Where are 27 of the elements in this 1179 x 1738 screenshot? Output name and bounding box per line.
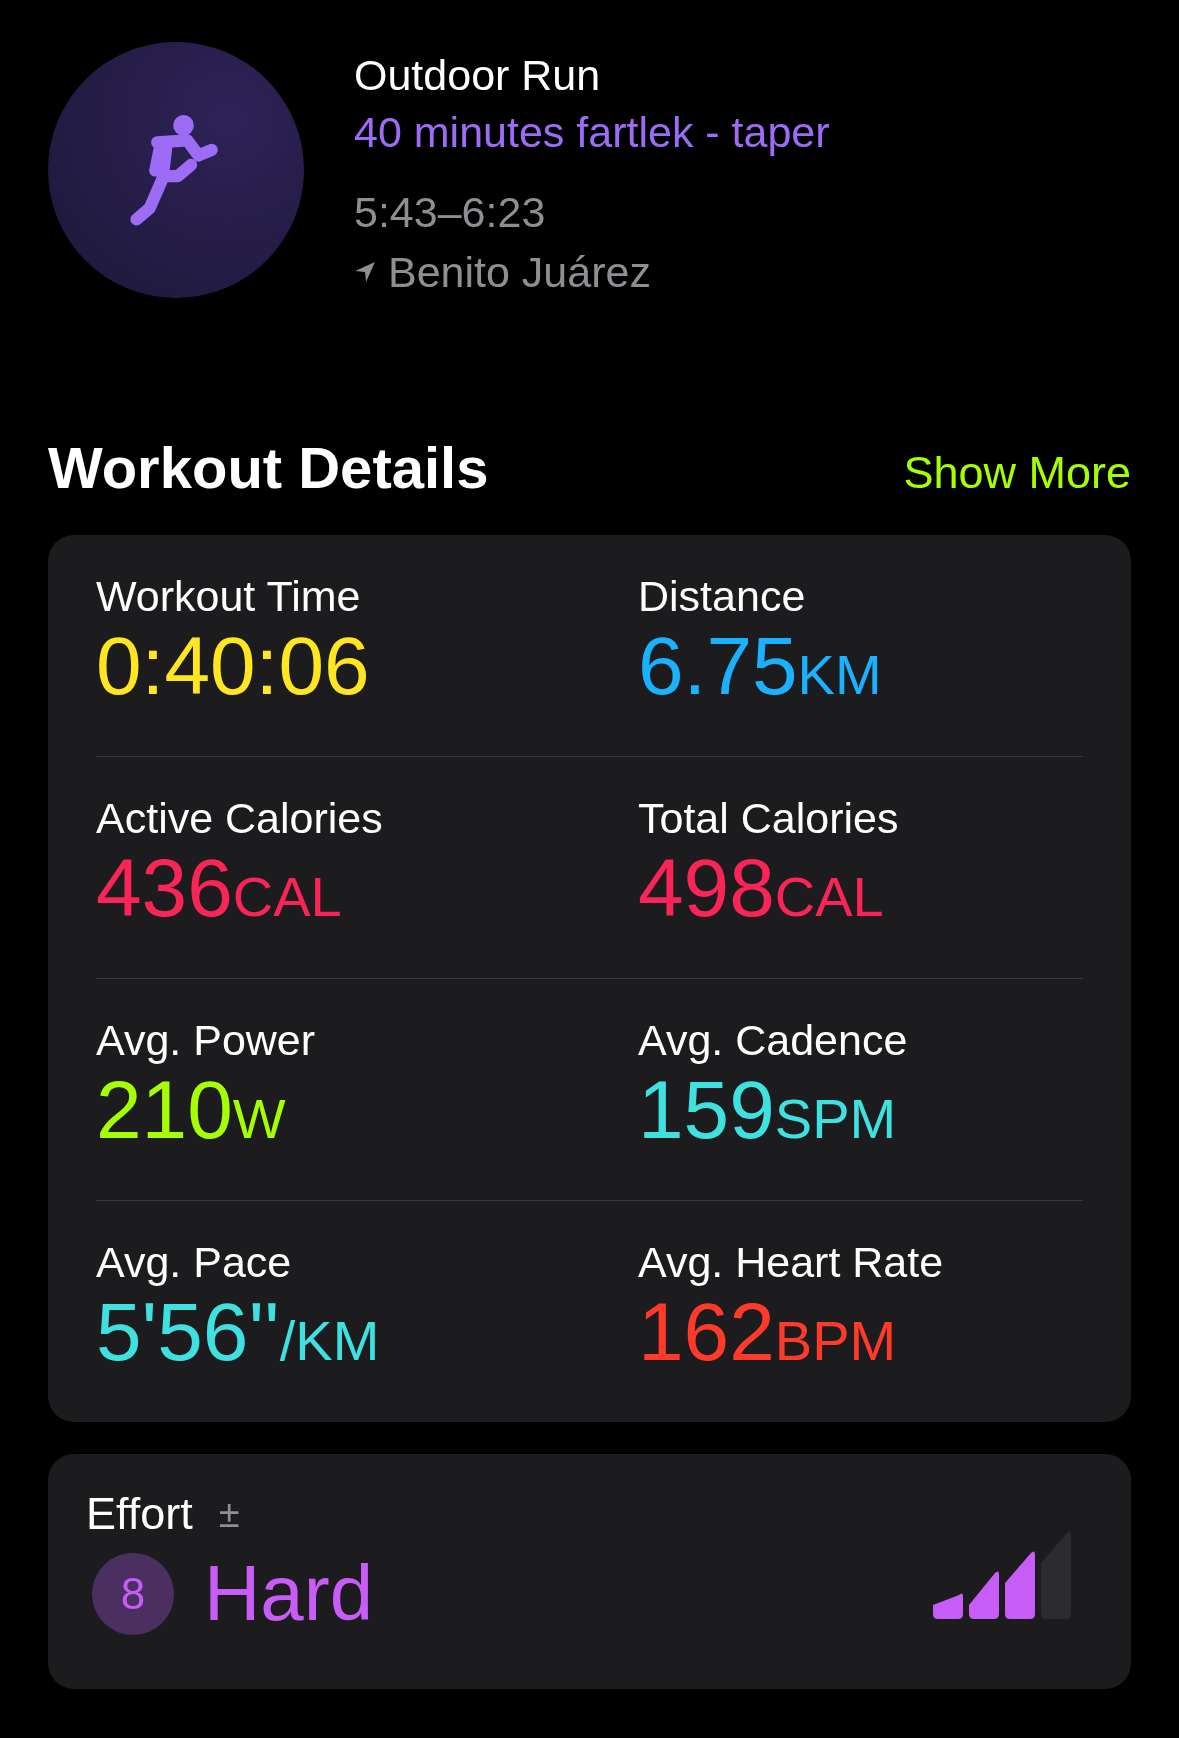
workout-location: Benito Juárez (388, 247, 651, 298)
metric-value: 159SPM (638, 1067, 898, 1157)
effort-score: 8 (92, 1552, 174, 1635)
metric-label: Active Calories (96, 793, 384, 844)
workout-name: 40 minutes fartlek - taper (354, 107, 830, 158)
effort-rating: Hard (204, 1548, 374, 1639)
metric-label: Workout Time (96, 571, 362, 622)
metric-value: 0:40:06 (96, 623, 371, 709)
metric-value: 5'56''/KM (96, 1289, 381, 1379)
metric-label: Avg. Heart Rate (638, 1237, 944, 1288)
location-arrow-icon (354, 261, 376, 283)
metric-value: 436CAL (96, 845, 343, 935)
metric-value: 210W (96, 1067, 287, 1157)
workout-title: Outdoor Run (354, 50, 602, 101)
metric-value: 498CAL (638, 845, 885, 935)
metric-label: Avg. Pace (96, 1237, 293, 1288)
adjust-icon[interactable]: ± (218, 1492, 240, 1536)
effort-label: Effort (86, 1488, 193, 1540)
metric-label: Avg. Power (96, 1015, 317, 1066)
workout-time: 5:43–6:23 (354, 187, 547, 238)
show-more-link[interactable]: Show More (903, 447, 1131, 499)
section-title: Workout Details (48, 434, 489, 501)
metric-label: Avg. Cadence (638, 1015, 908, 1066)
metric-value: 6.75KM (638, 623, 882, 713)
metric-label: Distance (638, 571, 807, 622)
metric-label: Total Calories (638, 793, 899, 844)
metric-value: 162BPM (638, 1289, 898, 1379)
